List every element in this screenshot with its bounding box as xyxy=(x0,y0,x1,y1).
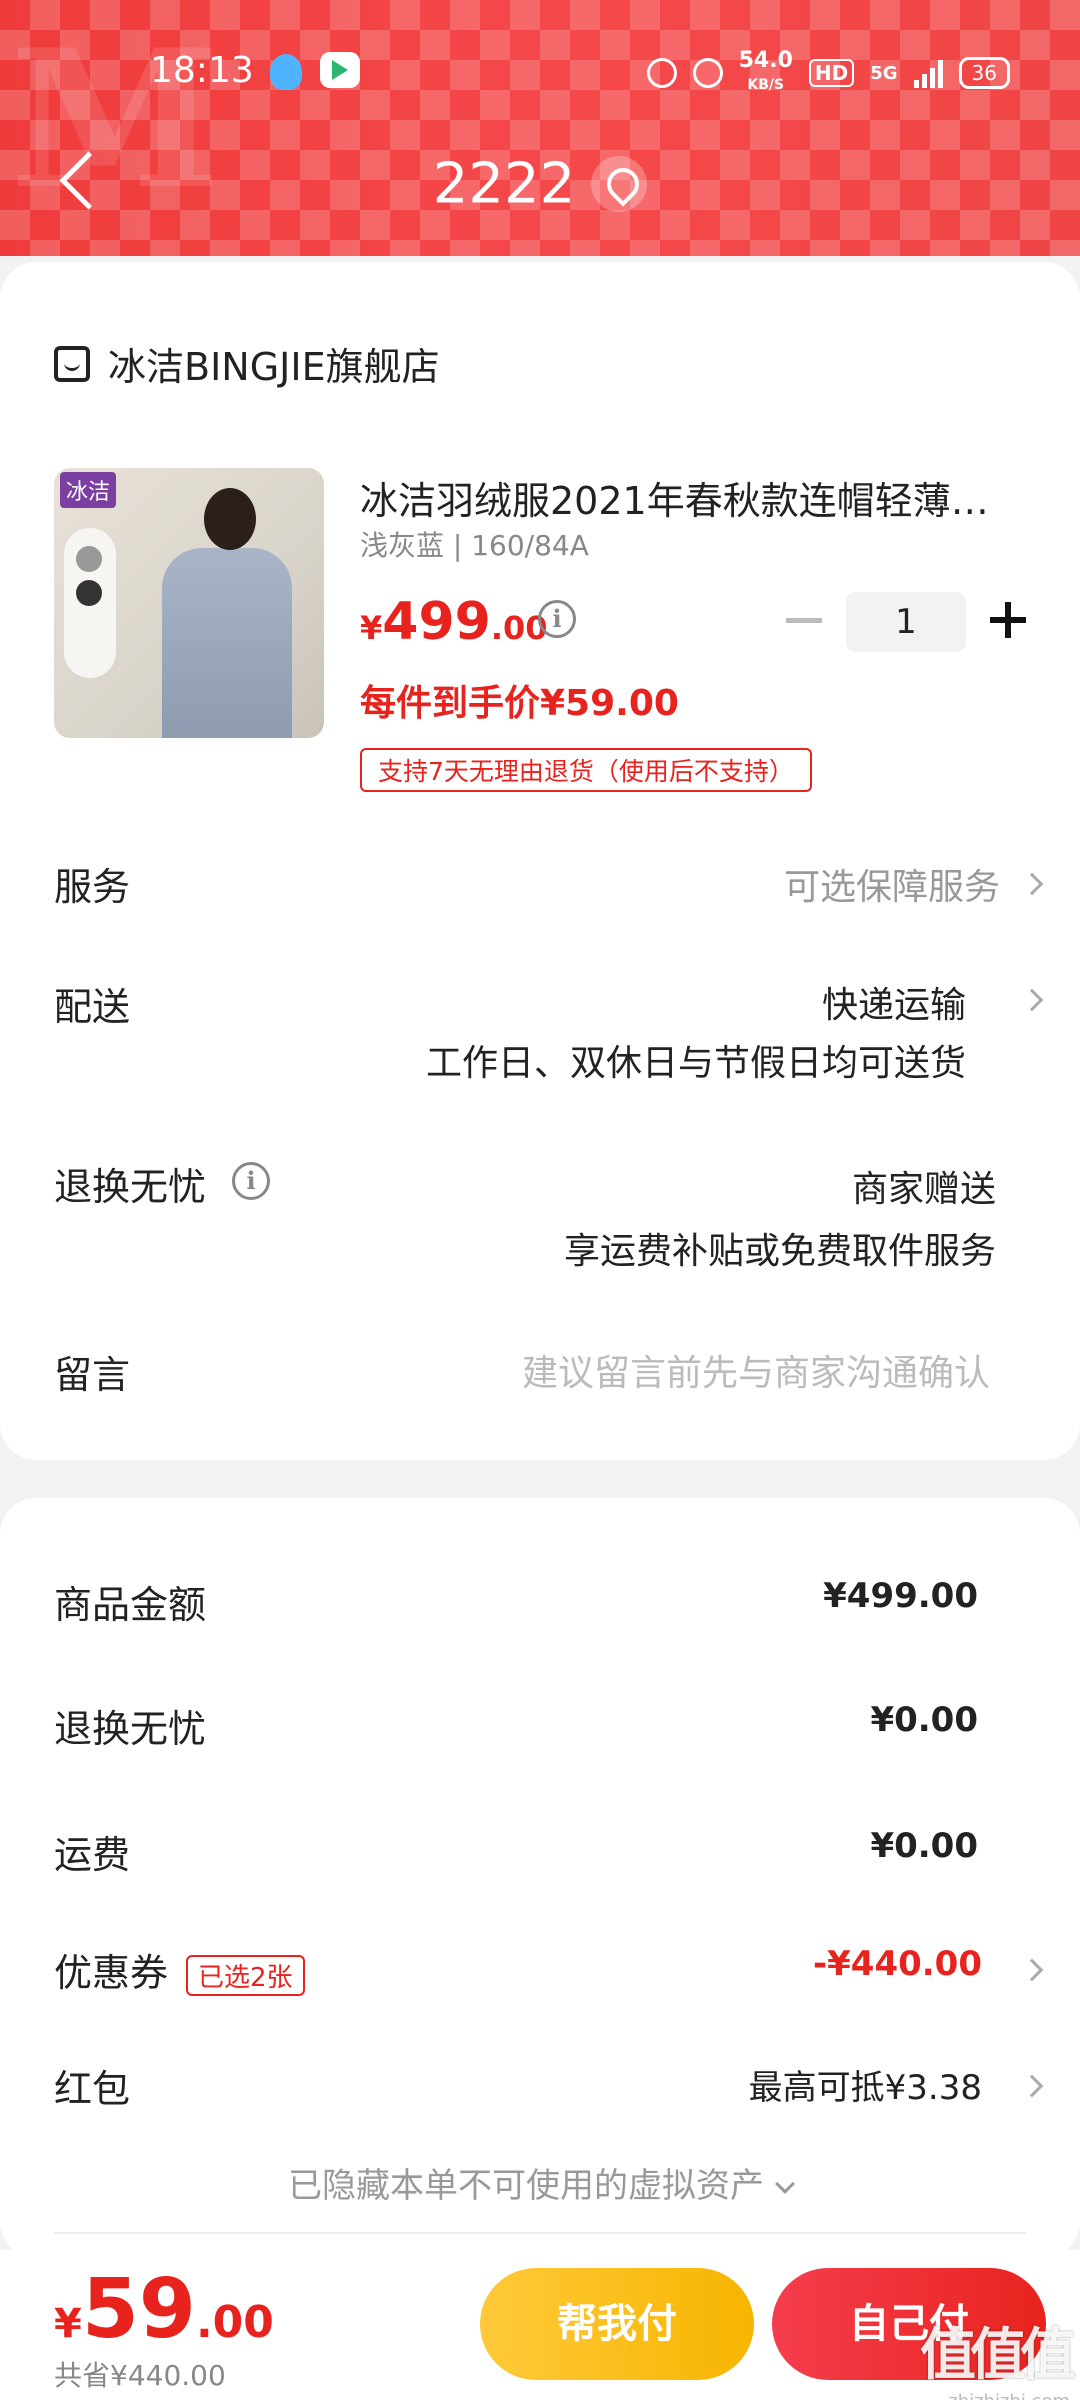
signal-icon xyxy=(913,58,943,88)
location-pin-icon xyxy=(591,155,648,212)
total-currency: ¥ xyxy=(54,2301,82,2347)
hidden-assets-text: 已隐藏本单不可使用的虚拟资产 xyxy=(288,2166,764,2206)
shipping-value: ¥0.00 xyxy=(870,1826,978,1866)
product-price: ¥499.00 xyxy=(360,592,548,652)
coupon-selected-tag: 已选2张 xyxy=(186,1955,305,1996)
price-summary-card: 商品金额 ¥499.00 退换无忧 ¥0.00 运费 ¥0.00 优惠券 已选2张… xyxy=(0,1498,1080,2258)
service-value: 可选保障服务 xyxy=(783,867,1000,908)
address-title: 2222 xyxy=(432,151,576,217)
service-label: 服务 xyxy=(54,865,131,909)
coupon-chevron-icon xyxy=(1020,1958,1044,1982)
product-image-swatch-black xyxy=(76,580,102,606)
product-spec[interactable]: 浅灰蓝 | 160/84A xyxy=(360,524,589,564)
return-value: 商家赠送 xyxy=(851,1169,996,1210)
watermark-url: zhizhizhi.com xyxy=(920,2391,1070,2400)
return-info-icon[interactable]: i xyxy=(232,1162,270,1200)
video-app-icon xyxy=(320,52,360,88)
address-selector[interactable]: 2222 xyxy=(0,148,1080,216)
decrease-quantity-button[interactable] xyxy=(786,618,822,623)
total-decimal: .00 xyxy=(195,2297,274,2348)
hidden-assets-toggle[interactable]: 已隐藏本单不可使用的虚拟资产 xyxy=(0,2158,1080,2207)
coupon-value: -¥440.00 xyxy=(813,1944,982,1984)
red-packet-value: 最高可抵¥3.38 xyxy=(748,2068,982,2108)
net-speed-unit: KB/S xyxy=(747,77,785,93)
shipping-label: 运费 xyxy=(54,1833,131,1877)
delivery-label: 配送 xyxy=(54,985,131,1029)
product-title[interactable]: 冰洁羽绒服2021年春秋款连帽轻薄短… xyxy=(360,470,1020,525)
service-chevron-icon xyxy=(1020,872,1044,896)
message-input[interactable]: 建议留言前先与商家沟通确认 xyxy=(522,1344,990,1396)
goods-amount-label: 商品金额 xyxy=(54,1583,207,1627)
alarm-icon xyxy=(646,58,677,88)
red-packet-chevron-icon xyxy=(1020,2074,1044,2098)
delivery-chevron-icon xyxy=(1020,988,1044,1012)
divider xyxy=(54,2232,1026,2234)
quantity-stepper: 1 xyxy=(786,592,1026,652)
quantity-value[interactable]: 1 xyxy=(846,592,966,652)
return-fee-label: 退换无忧 xyxy=(54,1707,207,1751)
header: M 18:13 54.0 KB/S HD 5G 36 2222 xyxy=(0,0,1080,256)
return-label: 退换无忧 xyxy=(54,1165,207,1209)
product-image-model-head xyxy=(204,488,256,550)
price-currency: ¥ xyxy=(360,609,383,647)
net-speed-value: 54.0 xyxy=(738,48,793,73)
product-image[interactable]: 冰洁 xyxy=(54,468,324,738)
shop-name: 冰洁BINGJIE旗舰店 xyxy=(108,345,440,389)
total-price: ¥59.00 xyxy=(54,2262,274,2357)
red-packet-label: 红包 xyxy=(54,2067,131,2111)
help-me-pay-button[interactable]: 帮我付 xyxy=(480,2268,754,2380)
qq-icon xyxy=(270,54,302,90)
coupon-label-wrap: 优惠券 已选2张 xyxy=(54,1942,305,1997)
battery-indicator: 36 xyxy=(958,57,1010,89)
product-image-model-body xyxy=(162,548,292,738)
shop-header[interactable]: 冰洁BINGJIE旗舰店 xyxy=(54,336,440,391)
coupon-label: 优惠券 xyxy=(54,1951,169,1995)
unit-final-price: 每件到手价¥59.00 xyxy=(360,683,679,724)
return-policy-tag: 支持7天无理由退货（使用后不支持） xyxy=(360,748,812,792)
site-watermark: 值值值 zhizhizhi.com xyxy=(920,2310,1076,2400)
delivery-subtext: 工作日、双休日与节假日均可送货 xyxy=(425,1043,966,1084)
shop-icon xyxy=(54,345,90,382)
increase-quantity-button[interactable] xyxy=(990,602,1026,638)
watermark-logo: 值值值 xyxy=(920,2323,1076,2388)
product-image-swatch-gray xyxy=(76,546,102,572)
return-subtext: 享运费补贴或免费取件服务 xyxy=(563,1231,996,1272)
order-card: 冰洁BINGJIE旗舰店 冰洁 冰洁羽绒服2021年春秋款连帽轻薄短… 浅灰蓝 … xyxy=(0,262,1080,1460)
status-time: 18:13 xyxy=(150,50,254,91)
price-info-icon[interactable]: i xyxy=(538,600,576,638)
hd-icon: HD xyxy=(808,59,855,87)
message-label: 留言 xyxy=(54,1353,131,1397)
mute-icon xyxy=(692,58,723,88)
checkout-bar: ¥59.00 共省¥440.00 帮我付 自己付 值值值 zhizhizhi.c… xyxy=(0,2250,1080,2400)
network-type: 5G xyxy=(870,62,898,84)
total-integer: 59 xyxy=(81,2262,196,2357)
delivery-value: 快递运输 xyxy=(821,985,966,1026)
status-bar: 18:13 54.0 KB/S HD 5G 36 xyxy=(0,44,1080,100)
product-brand-tag: 冰洁 xyxy=(60,472,117,508)
chevron-down-icon xyxy=(775,2174,795,2194)
status-right: 54.0 KB/S HD 5G 36 xyxy=(646,50,1010,96)
price-integer: 499 xyxy=(382,592,491,652)
total-saved: 共省¥440.00 xyxy=(54,2359,226,2392)
net-speed: 54.0 KB/S xyxy=(739,50,793,96)
goods-amount-value: ¥499.00 xyxy=(823,1576,978,1616)
return-fee-value: ¥0.00 xyxy=(870,1700,978,1740)
